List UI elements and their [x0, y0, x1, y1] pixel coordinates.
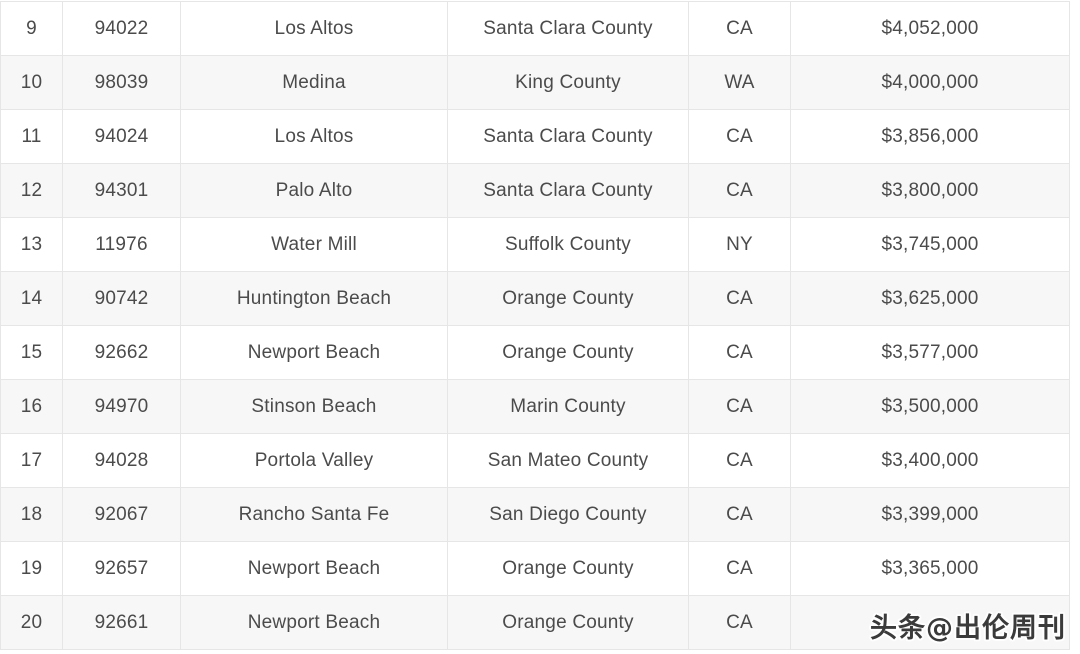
cell-rank: 11 — [0, 109, 63, 164]
cell-price: $3,400,000 — [790, 433, 1070, 488]
cell-state: CA — [688, 325, 791, 380]
cell-price — [790, 595, 1070, 650]
table-body: 9 94022 Los Altos Santa Clara County CA $4,05… — [0, 1, 1070, 650]
cell-city: Rancho Santa Fe — [180, 487, 448, 542]
cell-county: San Mateo County — [447, 433, 689, 488]
table-row: 16 94970 Stinson Beach Marin County CA $3,500… — [0, 379, 1070, 434]
cell-zip: 92662 — [62, 325, 181, 380]
cell-zip: 94028 — [62, 433, 181, 488]
cell-zip: 94970 — [62, 379, 181, 434]
cell-city: Portola Valley — [180, 433, 448, 488]
cell-price: $3,399,000 — [790, 487, 1070, 542]
cell-price: $3,365,000 — [790, 541, 1070, 596]
table-container: 9 94022 Los Altos Santa Clara County CA $4,05… — [0, 0, 1080, 654]
cell-city: Newport Beach — [180, 541, 448, 596]
cell-rank: 20 — [0, 595, 63, 650]
cell-county: Santa Clara County — [447, 109, 689, 164]
cell-city: Huntington Beach — [180, 271, 448, 326]
cell-city: Palo Alto — [180, 163, 448, 218]
cell-price: $4,052,000 — [790, 1, 1070, 56]
cell-zip: 94024 — [62, 109, 181, 164]
cell-rank: 9 — [0, 1, 63, 56]
zip-code-ranking-table: 9 94022 Los Altos Santa Clara County CA $4,05… — [0, 1, 1070, 650]
cell-rank: 19 — [0, 541, 63, 596]
table-row: 19 92657 Newport Beach Orange County CA $3,36… — [0, 541, 1070, 596]
cell-rank: 13 — [0, 217, 63, 272]
cell-zip: 94022 — [62, 1, 181, 56]
table-row: 15 92662 Newport Beach Orange County CA $3,57… — [0, 325, 1070, 380]
cell-price: $4,000,000 — [790, 55, 1070, 110]
cell-county: Suffolk County — [447, 217, 689, 272]
cell-county: San Diego County — [447, 487, 689, 542]
cell-county: Orange County — [447, 541, 689, 596]
cell-city: Stinson Beach — [180, 379, 448, 434]
cell-zip: 90742 — [62, 271, 181, 326]
cell-state: CA — [688, 1, 791, 56]
cell-price: $3,500,000 — [790, 379, 1070, 434]
table-row: 20 92661 Newport Beach Orange County CA — [0, 595, 1070, 650]
cell-zip: 92657 — [62, 541, 181, 596]
cell-county: Orange County — [447, 271, 689, 326]
cell-price: $3,625,000 — [790, 271, 1070, 326]
cell-state: CA — [688, 487, 791, 542]
table-row: 12 94301 Palo Alto Santa Clara County CA $3,8… — [0, 163, 1070, 218]
table-row: 18 92067 Rancho Santa Fe San Diego County CA… — [0, 487, 1070, 542]
cell-rank: 15 — [0, 325, 63, 380]
cell-city: Los Altos — [180, 109, 448, 164]
cell-rank: 16 — [0, 379, 63, 434]
cell-rank: 17 — [0, 433, 63, 488]
cell-city: Newport Beach — [180, 595, 448, 650]
table-row: 9 94022 Los Altos Santa Clara County CA $4,05… — [0, 1, 1070, 56]
cell-county: Santa Clara County — [447, 1, 689, 56]
cell-state: CA — [688, 595, 791, 650]
cell-state: NY — [688, 217, 791, 272]
cell-city: Water Mill — [180, 217, 448, 272]
cell-rank: 14 — [0, 271, 63, 326]
cell-county: King County — [447, 55, 689, 110]
cell-zip: 11976 — [62, 217, 181, 272]
cell-price: $3,745,000 — [790, 217, 1070, 272]
cell-state: WA — [688, 55, 791, 110]
cell-city: Newport Beach — [180, 325, 448, 380]
table-row: 17 94028 Portola Valley San Mateo County CA $… — [0, 433, 1070, 488]
table-row: 14 90742 Huntington Beach Orange County CA $3… — [0, 271, 1070, 326]
cell-city: Medina — [180, 55, 448, 110]
cell-rank: 18 — [0, 487, 63, 542]
cell-zip: 92067 — [62, 487, 181, 542]
cell-state: CA — [688, 163, 791, 218]
cell-state: CA — [688, 541, 791, 596]
cell-rank: 12 — [0, 163, 63, 218]
cell-price: $3,856,000 — [790, 109, 1070, 164]
table-row: 13 11976 Water Mill Suffolk County NY $3,745,… — [0, 217, 1070, 272]
cell-zip: 92661 — [62, 595, 181, 650]
cell-state: CA — [688, 271, 791, 326]
cell-zip: 98039 — [62, 55, 181, 110]
cell-price: $3,577,000 — [790, 325, 1070, 380]
table-row: 11 94024 Los Altos Santa Clara County CA $3,8… — [0, 109, 1070, 164]
cell-price: $3,800,000 — [790, 163, 1070, 218]
cell-county: Orange County — [447, 325, 689, 380]
cell-state: CA — [688, 433, 791, 488]
table-row: 10 98039 Medina King County WA $4,000,000 — [0, 55, 1070, 110]
cell-county: Orange County — [447, 595, 689, 650]
cell-county: Marin County — [447, 379, 689, 434]
cell-state: CA — [688, 109, 791, 164]
cell-city: Los Altos — [180, 1, 448, 56]
cell-zip: 94301 — [62, 163, 181, 218]
cell-rank: 10 — [0, 55, 63, 110]
cell-state: CA — [688, 379, 791, 434]
cell-county: Santa Clara County — [447, 163, 689, 218]
